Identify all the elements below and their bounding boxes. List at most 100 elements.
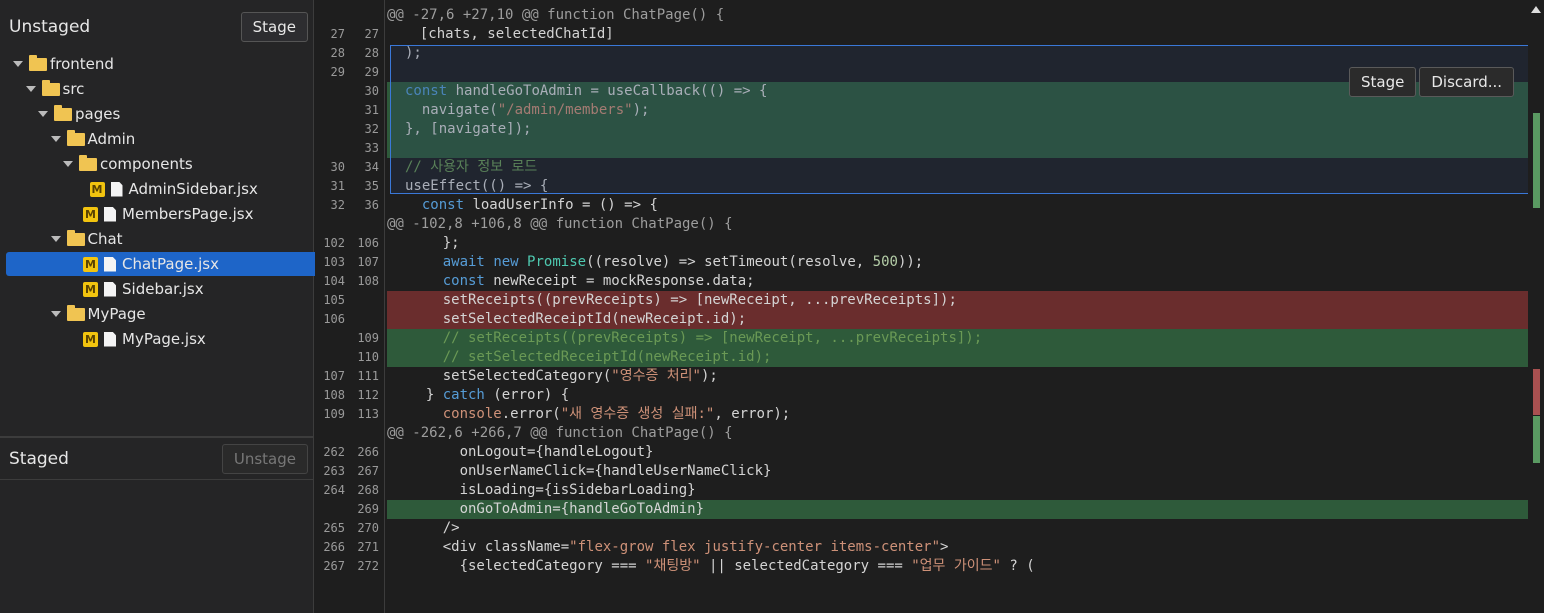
vertical-scrollbar[interactable] <box>1528 0 1544 613</box>
stage-hunk-button[interactable]: Stage <box>1349 67 1417 97</box>
hunk-header[interactable]: @@ -262,6 +266,7 @@ function ChatPage() … <box>315 424 1528 443</box>
discard-hunk-button[interactable]: Discard... <box>1419 67 1515 97</box>
tree-folder-src[interactable]: src <box>25 77 84 101</box>
line-code: useEffect(() => { <box>405 178 549 194</box>
line-code: const handleGoToAdmin = useCallback(() =… <box>405 83 768 99</box>
line-code: /> <box>409 520 460 536</box>
file-icon <box>110 181 123 197</box>
chevron-down-icon[interactable] <box>38 111 48 117</box>
unstaged-title: Unstaged <box>9 17 91 37</box>
file-icon <box>104 256 116 272</box>
context-line[interactable]: 109 113 console.error("새 영수증 생성 실패:", err… <box>315 405 1528 424</box>
context-line[interactable]: 28 28); <box>315 44 1528 63</box>
context-line[interactable]: 31 35 useEffect(() => { <box>315 177 1528 196</box>
hunk-header[interactable]: @@ -27,6 +27,10 @@ function ChatPage() { <box>315 6 1528 25</box>
modified-badge: M <box>83 256 98 272</box>
tree-item-label: Sidebar.jsx <box>122 280 204 298</box>
line-code: @@ -102,8 +106,8 @@ function ChatPage() … <box>387 216 733 232</box>
tree-item-label: Chat <box>87 230 123 248</box>
tree-file-adminsidebar-jsx[interactable]: M AdminSidebar.jsx <box>89 177 258 201</box>
tree-file-memberspage-jsx[interactable]: M MembersPage.jsx <box>83 202 253 226</box>
new-line-number: 106 <box>357 236 379 250</box>
context-line[interactable]: 102 106 }; <box>315 234 1528 253</box>
new-line-number: 29 <box>364 65 379 79</box>
new-line-number: 33 <box>364 141 379 155</box>
chevron-down-icon[interactable] <box>63 161 73 167</box>
chevron-down-icon[interactable] <box>50 136 61 142</box>
new-line-number: 27 <box>364 27 379 41</box>
context-line[interactable]: 104 108 const newReceipt = mockResponse.d… <box>315 272 1528 291</box>
folder-icon <box>79 154 97 171</box>
added-line[interactable]: 31 navigate("/admin/members"); <box>315 101 1528 120</box>
context-line[interactable]: 107 111 setSelectedCategory("영수증 처리"); <box>315 367 1528 386</box>
context-line[interactable]: 103 107 await new Promise((resolve) => se… <box>315 253 1528 272</box>
diff-view: @@ -27,6 +27,10 @@ function ChatPage() {… <box>315 0 1544 613</box>
tree-folder-pages[interactable]: pages <box>38 102 120 126</box>
context-line[interactable]: 266 271 <div className="flex-grow flex ju… <box>315 538 1528 557</box>
tree-folder-admin[interactable]: Admin <box>50 127 135 151</box>
tree-item-label: pages <box>75 105 121 123</box>
new-line-number: 112 <box>357 388 379 402</box>
folder-icon <box>54 104 72 121</box>
context-line[interactable]: 27 27 [chats, selectedChatId] <box>315 25 1528 44</box>
tree-item-label: AdminSidebar.jsx <box>128 180 258 198</box>
staged-divider <box>0 479 314 480</box>
new-line-number: 109 <box>357 331 379 345</box>
new-line-number: 266 <box>357 445 379 459</box>
new-line-number: 35 <box>364 179 379 193</box>
chevron-down-icon[interactable] <box>13 61 23 67</box>
context-line[interactable]: 108 112 } catch (error) { <box>315 386 1528 405</box>
removed-line[interactable]: 106 setSelectedReceiptId(newReceipt.id); <box>315 310 1528 329</box>
old-line-number: 104 <box>323 274 345 288</box>
new-line-number: 28 <box>364 46 379 60</box>
chevron-down-icon[interactable] <box>25 86 36 92</box>
unstage-all-button[interactable]: Unstage <box>221 444 308 474</box>
tree-file-mypage-jsx[interactable]: M MyPage.jsx <box>83 327 206 351</box>
tree-folder-mypage[interactable]: MyPage <box>50 302 146 326</box>
line-code: setSelectedCategory("영수증 처리"); <box>409 368 718 384</box>
added-line[interactable]: 33 <box>315 139 1528 158</box>
new-line-number: 110 <box>357 350 379 364</box>
tree-file-sidebar-jsx[interactable]: M Sidebar.jsx <box>83 277 204 301</box>
line-code: await new Promise((resolve) => setTimeou… <box>442 254 924 270</box>
line-code: }; <box>409 235 460 251</box>
folder-icon <box>41 79 60 96</box>
panel-divider[interactable] <box>0 436 314 438</box>
context-line[interactable]: 263 267 onUserNameClick={handleUserNameCl… <box>315 462 1528 481</box>
context-line[interactable]: 267 272 {selectedCategory === "채팅방" || se… <box>315 557 1528 576</box>
line-code: <div className="flex-grow flex justify-c… <box>409 539 949 555</box>
context-line[interactable]: 30 34 // 사용자 정보 로드 <box>315 158 1528 177</box>
scroll-up-arrow-icon[interactable] <box>1531 6 1541 13</box>
context-line[interactable]: 29 29 <box>315 63 1528 82</box>
tree-folder-frontend[interactable]: frontend <box>13 52 114 76</box>
old-line-number: 107 <box>323 369 345 383</box>
context-line[interactable]: 32 36 const loadUserInfo = () => { <box>315 196 1528 215</box>
chevron-down-icon[interactable] <box>50 311 61 317</box>
added-line[interactable]: 32 }, [navigate]); <box>315 120 1528 139</box>
added-line[interactable]: 269 onGoToAdmin={handleGoToAdmin} <box>315 500 1528 519</box>
tree-item-label: components <box>100 155 193 173</box>
added-line[interactable]: 30 const handleGoToAdmin = useCallback(()… <box>315 82 1528 101</box>
added-line[interactable]: 110 // setSelectedReceiptId(newReceipt.i… <box>315 348 1528 367</box>
old-line-number: 28 <box>330 46 345 60</box>
new-line-number: 32 <box>364 122 379 136</box>
folder-icon <box>66 304 85 321</box>
line-code: onLogout={handleLogout} <box>409 444 654 460</box>
old-line-number: 32 <box>330 198 345 212</box>
line-code: }, [navigate]); <box>405 121 532 137</box>
stage-all-button[interactable]: Stage <box>240 12 308 42</box>
file-icon <box>104 206 116 222</box>
context-line[interactable]: 265 270 /> <box>315 519 1528 538</box>
hunk-header[interactable]: @@ -102,8 +106,8 @@ function ChatPage() … <box>315 215 1528 234</box>
old-line-number: 29 <box>330 65 345 79</box>
added-line[interactable]: 109 // setReceipts((prevReceipts) => [ne… <box>315 329 1528 348</box>
line-code: } catch (error) { <box>409 387 570 403</box>
tree-folder-components[interactable]: components <box>63 152 193 176</box>
context-line[interactable]: 262 266 onLogout={handleLogout} <box>315 443 1528 462</box>
new-line-number: 36 <box>364 198 379 212</box>
tree-folder-chat[interactable]: Chat <box>50 227 123 251</box>
new-line-number: 268 <box>357 483 379 497</box>
removed-line[interactable]: 105 setReceipts((prevReceipts) => [newRe… <box>315 291 1528 310</box>
context-line[interactable]: 264 268 isLoading={isSidebarLoading} <box>315 481 1528 500</box>
chevron-down-icon[interactable] <box>50 236 61 242</box>
